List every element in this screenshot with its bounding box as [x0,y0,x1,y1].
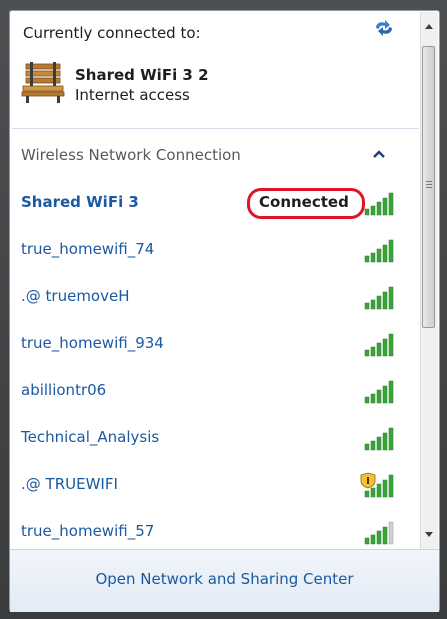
network-name: true_homewifi_57 [21,522,155,540]
network-name: true_homewifi_934 [21,334,164,352]
network-item[interactable]: abilliontr06 [12,373,419,413]
wifi-signal-icon [364,521,394,545]
wifi-signal-icon [364,380,394,404]
wifi-signal-icon [360,472,394,498]
network-item[interactable]: true_homewifi_57 [12,514,419,554]
scroll-up-arrow-icon[interactable] [424,22,434,30]
network-item[interactable]: Shared WiFi 3 Connected [12,185,419,225]
group-title[interactable]: Wireless Network Connection [21,146,241,164]
scroll-down-arrow-icon[interactable] [424,531,434,539]
network-item[interactable]: .@ TRUEWIFI [12,467,419,507]
wifi-signal-icon [364,239,394,263]
chevron-up-icon[interactable] [371,147,387,161]
section-divider [12,128,419,129]
connected-status: Connected [259,193,349,211]
wifi-signal-icon [364,286,394,310]
current-network-name: Shared WiFi 3 2 [75,66,209,84]
open-network-sharing-link[interactable]: Open Network and Sharing Center [10,570,439,588]
scroll-grip-icon [426,181,432,188]
network-name: Shared WiFi 3 [21,193,139,211]
network-name: abilliontr06 [21,381,107,399]
network-item[interactable]: true_homewifi_934 [12,326,419,366]
network-item[interactable]: true_homewifi_74 [12,232,419,272]
refresh-icon[interactable] [373,18,395,38]
footer: Open Network and Sharing Center [10,549,439,612]
network-name: Technical_Analysis [21,428,160,446]
network-name: .@ TRUEWIFI [21,475,118,493]
current-connection-label: Currently connected to: [23,24,201,42]
wifi-signal-icon [364,192,394,216]
network-item[interactable]: Technical_Analysis [12,420,419,460]
network-name: true_homewifi_74 [21,240,155,258]
wifi-signal-icon [364,427,394,451]
network-name: .@ truemoveH [21,287,130,305]
network-item[interactable]: .@ truemoveH [12,279,419,319]
bench-icon [21,62,65,103]
wifi-signal-icon [364,333,394,357]
current-network-status: Internet access [75,86,190,104]
